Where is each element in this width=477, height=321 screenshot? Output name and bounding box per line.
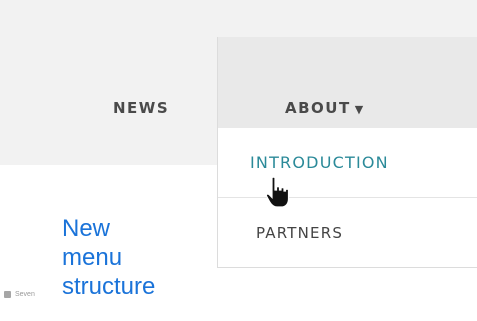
menu-divider xyxy=(218,197,477,198)
caption-line: structure xyxy=(62,273,156,300)
brand-watermark: Seven xyxy=(4,291,35,298)
nav-item-news[interactable]: NEWS xyxy=(113,99,169,117)
caption-line: menu xyxy=(62,244,123,271)
about-dropdown-menu: INTRODUCTION PARTNERS xyxy=(217,128,477,268)
caption-text: New menu structure xyxy=(62,214,155,301)
caption-line: New xyxy=(62,215,111,242)
nav-item-about-label-wrap: ABOUT ▼ xyxy=(285,99,365,117)
nav-item-news-label: NEWS xyxy=(113,99,170,117)
nav-item-about-label: ABOUT xyxy=(285,99,351,117)
brand-logo-icon xyxy=(4,291,11,298)
brand-name: Seven xyxy=(15,291,35,298)
caret-down-icon: ▼ xyxy=(354,103,365,116)
menu-item-partners[interactable]: PARTNERS xyxy=(256,224,477,242)
menu-item-introduction[interactable]: INTRODUCTION xyxy=(250,153,477,172)
nav-item-about[interactable]: ABOUT ▼ xyxy=(217,37,477,128)
hand-cursor-icon xyxy=(265,176,290,208)
